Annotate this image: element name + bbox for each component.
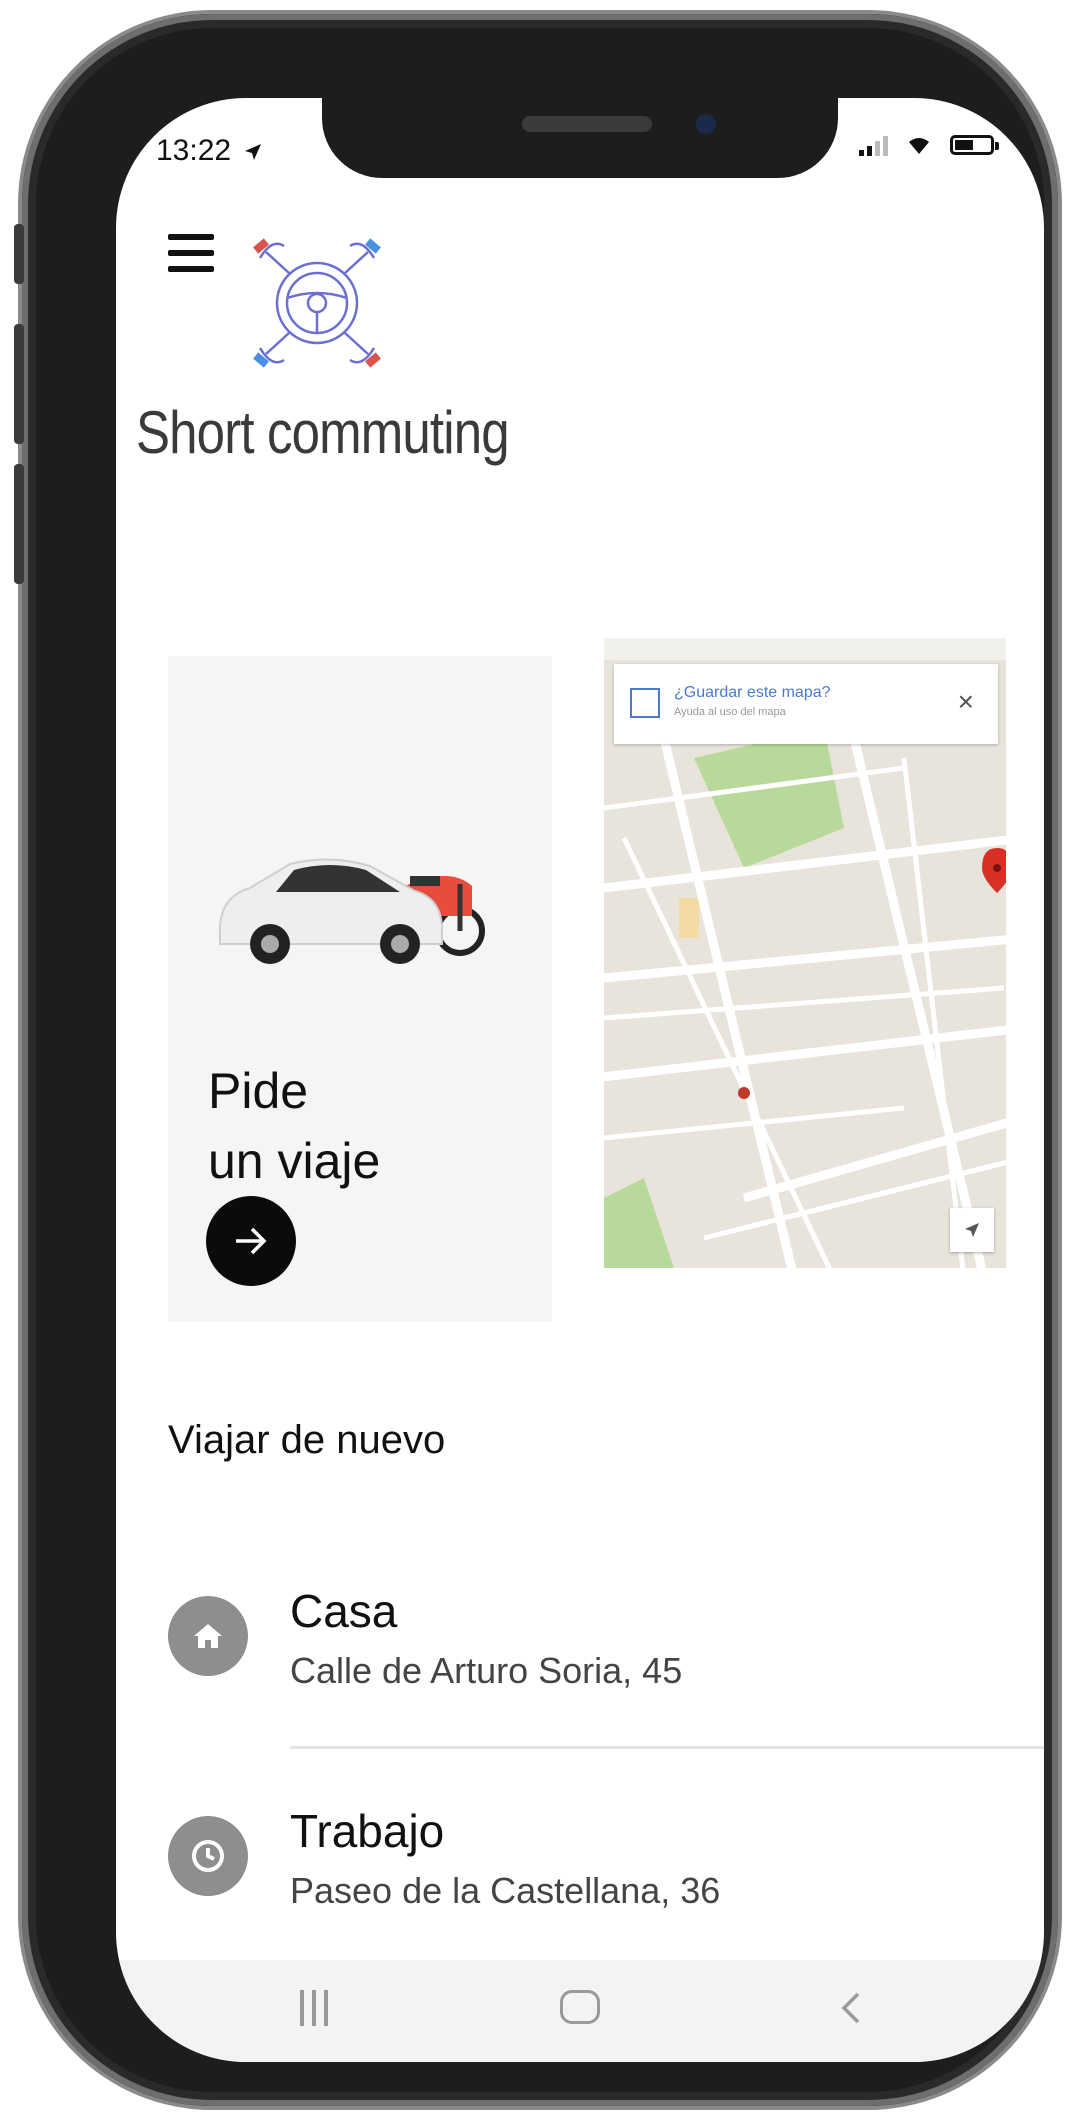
close-icon[interactable]: ×: [958, 686, 974, 718]
card-title-line1: Pide: [208, 1063, 309, 1119]
notch: [322, 98, 838, 178]
place-name: Casa: [290, 1585, 398, 1637]
mute-switch: [14, 224, 24, 284]
phone-frame: 13:22 Short commuting Pide un viaje ¿Gua…: [14, 14, 1058, 2106]
location-arrow-icon: [245, 144, 262, 160]
wifi-icon: [909, 138, 929, 154]
home-button-icon[interactable]: [560, 1990, 600, 2024]
arrow-right-icon: [236, 1227, 267, 1255]
request-ride-card[interactable]: Pide un viaje: [168, 656, 552, 1322]
divider: [290, 1746, 1044, 1749]
section-title: Viajar de nuevo: [168, 1418, 446, 1462]
speaker-grille: [522, 116, 652, 132]
save-map-subtext: Ayuda al uso del mapa: [674, 706, 786, 718]
save-map-banner[interactable]: ¿Guardar este mapa? Ayuda al uso del map…: [614, 664, 998, 744]
app-screen: 13:22 Short commuting Pide un viaje ¿Gua…: [116, 98, 1044, 2062]
status-time-text: 13:22: [156, 134, 232, 167]
card-title: Pide un viaje: [208, 1056, 380, 1196]
place-name: Trabajo: [290, 1805, 445, 1857]
menu-button[interactable]: [168, 234, 216, 276]
steering-wheel-drone-logo: [253, 238, 381, 368]
battery-icon: [950, 135, 999, 155]
volume-down-button: [14, 464, 24, 584]
recent-apps-icon[interactable]: [300, 1990, 328, 2026]
place-address: Paseo de la Castellana, 36: [290, 1870, 721, 1911]
status-icons: [859, 134, 999, 156]
map-card[interactable]: ¿Guardar este mapa? Ayuda al uso del map…: [604, 638, 1006, 1268]
back-chevron-icon[interactable]: [832, 1988, 872, 2028]
app-name: Short commuting: [136, 399, 510, 466]
volume-up-button: [14, 324, 24, 444]
place-address: Calle de Arturo Soria, 45: [290, 1650, 683, 1691]
signal-icon: [859, 134, 888, 156]
car-and-scooter-image: [219, 858, 485, 964]
save-map-text: ¿Guardar este mapa?: [674, 684, 831, 701]
go-arrow-button[interactable]: [206, 1196, 296, 1286]
card-title-line2: un viaje: [208, 1133, 381, 1189]
map-statusbar: [604, 638, 1006, 660]
locate-icon[interactable]: [950, 1208, 994, 1252]
system-nav-bar: [116, 1960, 1044, 2062]
status-time: 13:22: [156, 134, 263, 168]
save-map-icon: [630, 688, 660, 718]
home-icon: [168, 1596, 248, 1676]
camera-dot: [696, 114, 716, 134]
clock-icon: [168, 1816, 248, 1896]
